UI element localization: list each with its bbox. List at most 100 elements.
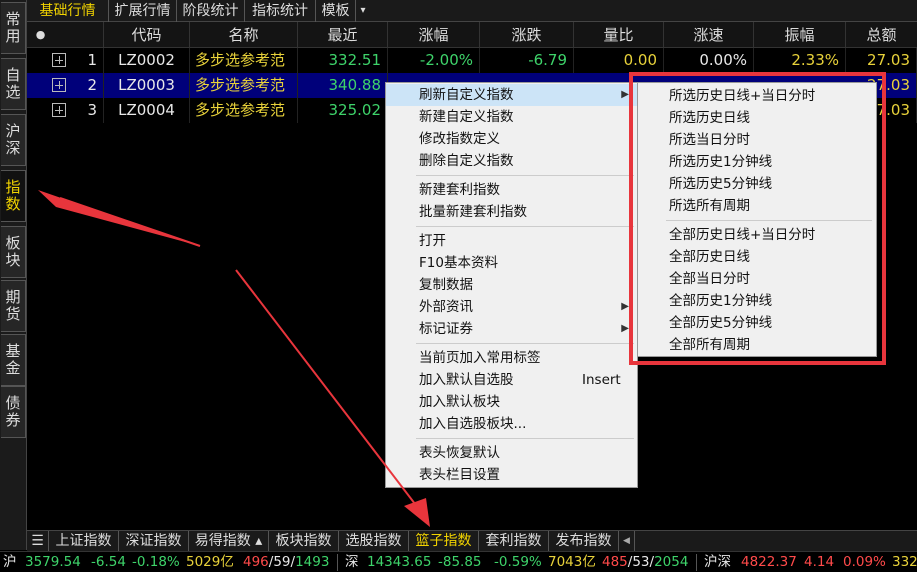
sz-change: -85.85 xyxy=(438,554,482,570)
status-separator xyxy=(337,554,338,571)
sz-amount: 7043亿 xyxy=(548,554,596,570)
sz-change-pct: -0.59% xyxy=(494,554,542,570)
tab-bonds[interactable]: 债券 xyxy=(1,386,26,438)
menu-item-add-watchlist-sector[interactable]: 加入自选股板块... xyxy=(386,413,637,435)
tab-yide-index[interactable]: 易得指数 ▴ xyxy=(189,531,269,552)
row-last: 332.51 xyxy=(298,48,388,73)
row-speed: 0.00% xyxy=(664,48,754,73)
annotation-highlight-box xyxy=(629,72,886,365)
header-amplitude[interactable]: 振幅 xyxy=(754,22,846,48)
row-code: LZ0003 xyxy=(104,73,190,98)
row-index: 1 xyxy=(54,48,104,73)
menu-item-edit-index[interactable]: 修改指数定义 xyxy=(386,128,637,150)
menu-item-f10-info[interactable]: F10基本资料 xyxy=(386,252,637,274)
menu-item-external-info[interactable]: 外部资讯 ▶ xyxy=(386,296,637,318)
tab-index[interactable]: 指数 xyxy=(1,170,26,222)
menu-item-batch-new-arbitrage-index[interactable]: 批量新建套利指数 xyxy=(386,201,637,223)
menu-separator xyxy=(416,226,634,227)
tab-arbitrage-index[interactable]: 套利指数 xyxy=(479,531,549,552)
sz-label: 深 xyxy=(345,554,359,570)
status-separator xyxy=(696,554,697,571)
menu-item-reset-header[interactable]: 表头恢复默认 xyxy=(386,442,637,464)
tab-sector-index[interactable]: 板块指数 xyxy=(269,531,339,552)
menu-separator xyxy=(416,175,634,176)
row-amplitude: 2.33% xyxy=(754,48,846,73)
header-last[interactable]: 最近 xyxy=(298,22,388,48)
top-view-tabs: 基础行情 扩展行情 阶段统计 指标统计 模板 ▾ xyxy=(27,0,917,22)
menu-item-mark-security[interactable]: 标记证券 ▶ xyxy=(386,318,637,340)
tab-shanghai-shenzhen[interactable]: 沪深 xyxy=(1,114,26,166)
tab-sz-index[interactable]: 深证指数 xyxy=(119,531,189,552)
sh-amount: 5029亿 xyxy=(186,554,234,570)
row-code: LZ0004 xyxy=(104,98,190,123)
tab-common[interactable]: 常用 xyxy=(1,2,26,54)
header-amount[interactable]: 总额 xyxy=(846,22,917,48)
market-status-bar: 沪 3579.54 -6.54 -0.18% 5029亿 496/59/1493… xyxy=(0,551,917,572)
hs-change: 4.14 xyxy=(804,554,835,570)
tab-funds[interactable]: 基金 xyxy=(1,334,26,386)
tab-more-dropdown-icon[interactable]: ▾ xyxy=(356,0,370,22)
tab-basket-index[interactable]: 篮子指数 xyxy=(409,531,479,552)
table-row[interactable]: 1 LZ0002 多步选参考范 332.51 -2.00% -6.79 0.00… xyxy=(27,48,917,73)
tab-template[interactable]: 模板 xyxy=(316,0,356,22)
row-name: 多步选参考范 xyxy=(190,73,298,98)
menu-item-add-default-sector[interactable]: 加入默认板块 xyxy=(386,391,637,413)
menu-item-new-arbitrage-index[interactable]: 新建套利指数 xyxy=(386,179,637,201)
row-name: 多步选参考范 xyxy=(190,48,298,73)
hs-index-value: 4822.37 xyxy=(741,554,797,570)
hs-amount: 332 xyxy=(892,554,917,570)
tab-futures[interactable]: 期货 xyxy=(1,280,26,332)
menu-item-open[interactable]: 打开 xyxy=(386,230,637,252)
sh-change: -6.54 xyxy=(91,554,126,570)
sh-label: 沪 xyxy=(3,554,17,570)
header-change[interactable]: 涨跌 xyxy=(480,22,574,48)
menu-item-refresh-custom-index[interactable]: 刷新自定义指数 ▶ xyxy=(386,84,637,106)
tab-indicator-stats[interactable]: 指标统计 xyxy=(245,0,316,22)
scroll-left-icon[interactable]: ◀ xyxy=(619,531,635,552)
menu-item-copy-data[interactable]: 复制数据 xyxy=(386,274,637,296)
sh-change-pct: -0.18% xyxy=(132,554,180,570)
tab-published-index[interactable]: 发布指数 xyxy=(549,531,619,552)
menu-item-add-common-tab[interactable]: 当前页加入常用标签 xyxy=(386,347,637,369)
table-header: ● 代码 名称 最近 涨幅 涨跌 量比 涨速 振幅 总额 xyxy=(27,22,917,48)
submenu-arrow-icon: ▶ xyxy=(621,323,629,334)
header-name[interactable]: 名称 xyxy=(190,22,298,48)
hs-change-pct: 0.09% xyxy=(843,554,886,570)
menu-icon[interactable]: ☰ xyxy=(27,531,49,552)
submenu-arrow-icon: ▶ xyxy=(621,89,629,100)
menu-separator xyxy=(416,343,634,344)
annotation-arrow-to-index-tab xyxy=(38,190,200,246)
row-code: LZ0002 xyxy=(104,48,190,73)
header-dot-icon[interactable]: ● xyxy=(27,22,54,48)
sz-index-value: 14343.65 xyxy=(367,554,432,570)
shortcut-label: Insert xyxy=(582,372,621,388)
menu-item-add-default-watchlist[interactable]: 加入默认自选股 Insert xyxy=(386,369,637,391)
menu-item-new-custom-index[interactable]: 新建自定义指数 xyxy=(386,106,637,128)
header-change-pct[interactable]: 涨幅 xyxy=(388,22,480,48)
row-volume-ratio: 0.00 xyxy=(574,48,664,73)
tab-stage-stats[interactable]: 阶段统计 xyxy=(177,0,245,22)
header-index xyxy=(54,22,104,48)
menu-item-header-settings[interactable]: 表头栏目设置 xyxy=(386,464,637,486)
tab-basic-quotes[interactable]: 基础行情 xyxy=(27,0,109,22)
header-volume-ratio[interactable]: 量比 xyxy=(574,22,664,48)
row-amount: 27.03 xyxy=(846,48,917,73)
header-code[interactable]: 代码 xyxy=(104,22,190,48)
context-menu: 刷新自定义指数 ▶ 新建自定义指数 修改指数定义 删除自定义指数 新建套利指数 批… xyxy=(385,82,638,488)
tab-screener-index[interactable]: 选股指数 xyxy=(339,531,409,552)
tab-watchlist[interactable]: 自选 xyxy=(1,58,26,110)
sh-breadth: 496/59/1493 xyxy=(243,554,330,570)
row-last: 325.02 xyxy=(298,98,388,123)
tab-sector[interactable]: 板块 xyxy=(1,226,26,278)
tab-sh-index[interactable]: 上证指数 xyxy=(49,531,119,552)
tab-extended-quotes[interactable]: 扩展行情 xyxy=(109,0,177,22)
hs-label: 沪深 xyxy=(704,554,731,570)
menu-item-delete-custom-index[interactable]: 删除自定义指数 xyxy=(386,150,637,172)
left-category-tabs: 常用 自选 沪深 指数 板块 期货 基金 债券 xyxy=(0,0,27,550)
row-index: 2 xyxy=(54,73,104,98)
submenu-arrow-icon: ▶ xyxy=(621,301,629,312)
menu-separator xyxy=(416,438,634,439)
sh-index-value: 3579.54 xyxy=(25,554,81,570)
row-change: -6.79 xyxy=(480,48,574,73)
header-speed[interactable]: 涨速 xyxy=(664,22,754,48)
